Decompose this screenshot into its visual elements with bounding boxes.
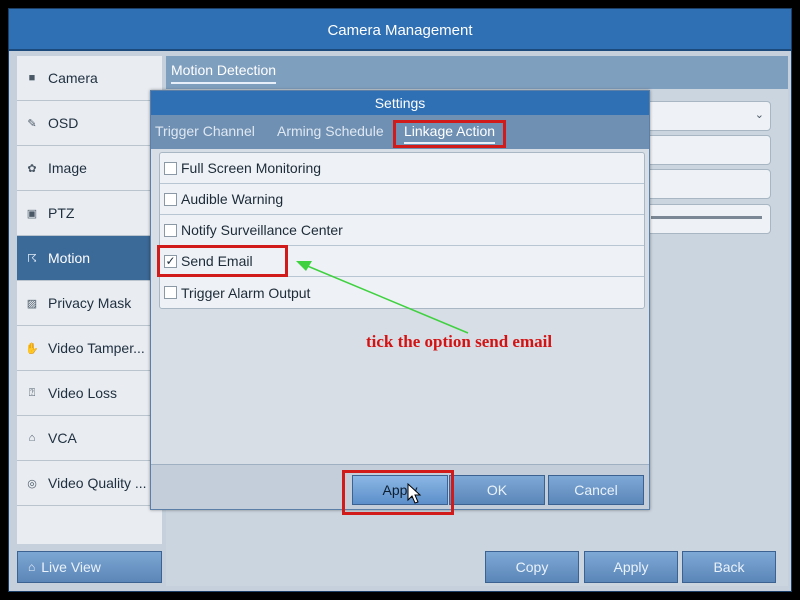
- annotation-text: tick the option send email: [366, 332, 553, 351]
- mouse-cursor-icon: [407, 482, 422, 504]
